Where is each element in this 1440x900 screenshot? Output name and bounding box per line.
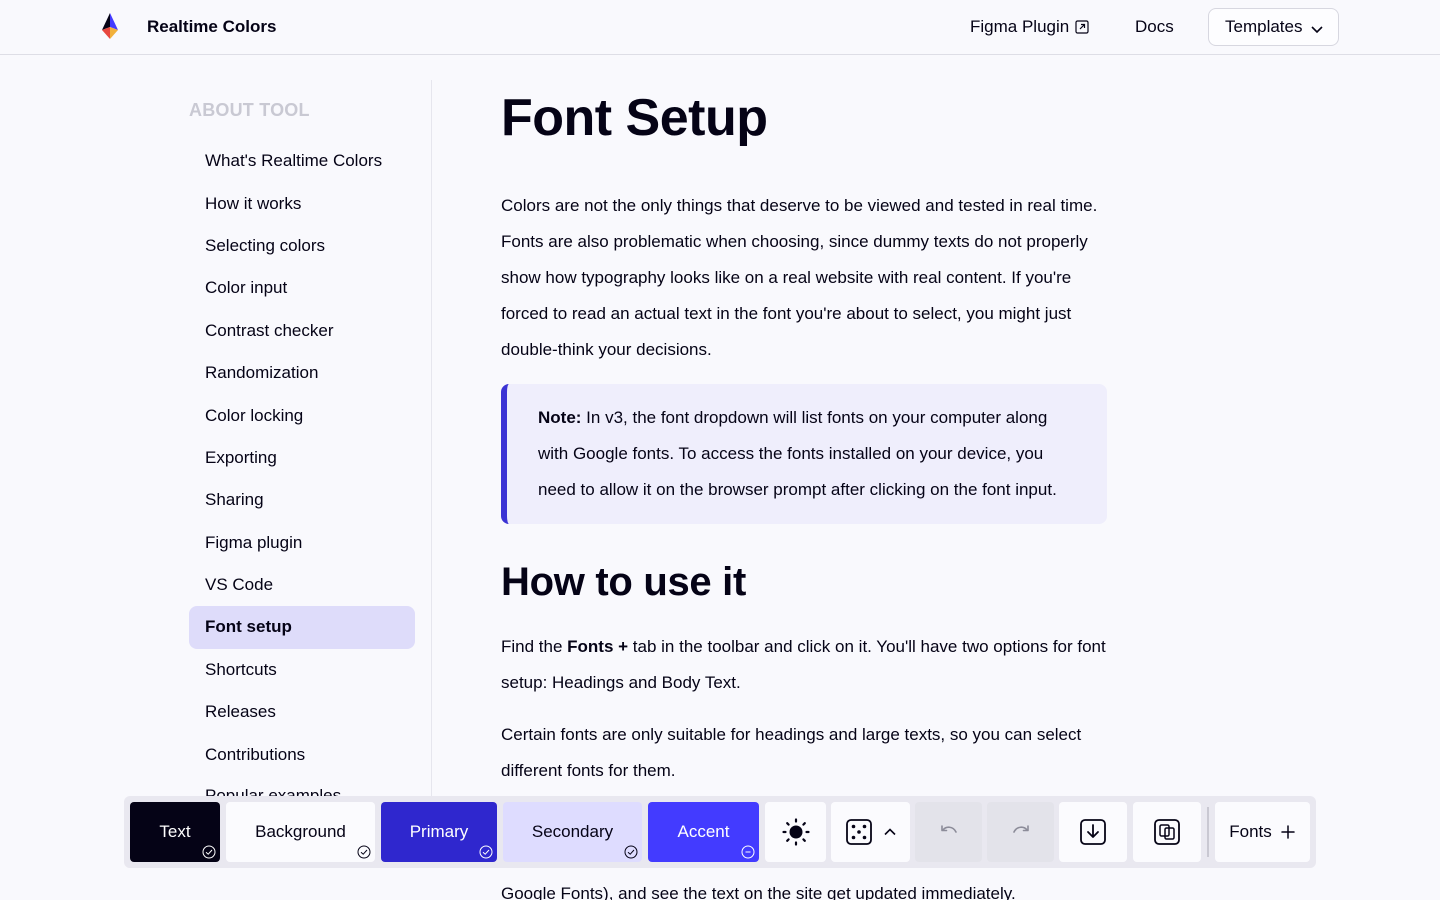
undo-button[interactable] [915, 802, 982, 862]
google-fonts-paragraph: Google Fonts), and see the text on the s… [501, 884, 1016, 900]
docs-link[interactable]: Docs [1135, 17, 1174, 37]
check-circle-icon [479, 845, 493, 859]
intro-paragraph: Colors are not the only things that dese… [501, 196, 1098, 359]
section-title: How to use it [501, 560, 746, 604]
fonts-label: Fonts [1229, 822, 1272, 841]
main-content: Font Setup Colors are not the only thing… [501, 0, 1107, 900]
redo-button[interactable] [987, 802, 1054, 862]
how-to-paragraph: Find the Fonts + tab in the toolbar and … [501, 629, 1107, 701]
text-color-button[interactable]: Text [130, 802, 220, 862]
fonts-tab-mention: Fonts + [567, 637, 629, 656]
background-color-label: Background [255, 822, 346, 841]
theme-toggle-button[interactable] [765, 802, 826, 862]
sidebar-item-exporting[interactable]: Exporting [189, 437, 415, 479]
note-label: Note: [538, 408, 582, 427]
sidebar-item-whats-realtime-colors[interactable]: What's Realtime Colors [189, 140, 415, 182]
check-circle-icon [357, 845, 371, 859]
sidebar-item-color-input[interactable]: Color input [189, 267, 415, 309]
minus-circle-icon [741, 845, 755, 859]
brand-name[interactable]: Realtime Colors [147, 17, 276, 37]
check-circle-icon [624, 845, 638, 859]
background-color-button[interactable]: Background [226, 802, 375, 862]
sun-icon [781, 818, 810, 846]
share-button[interactable] [1133, 802, 1201, 862]
secondary-color-label: Secondary [531, 822, 614, 841]
accent-color-button[interactable]: Accent [648, 802, 759, 862]
fonts-button[interactable]: Fonts [1215, 802, 1310, 862]
sidebar-list: What's Realtime Colors How it works Sele… [189, 140, 415, 806]
sidebar-item-releases[interactable]: Releases [189, 691, 415, 733]
color-toolbar: Text Background Primary Secondary Accent [124, 796, 1316, 868]
sidebar-item-font-setup[interactable]: Font setup [189, 606, 415, 649]
sidebar-item-contributions[interactable]: Contributions [189, 733, 415, 775]
sidebar-item-randomization[interactable]: Randomization [189, 352, 415, 394]
plus-icon [1281, 825, 1295, 839]
undo-icon [940, 825, 957, 833]
text-color-label: Text [159, 822, 191, 841]
secondary-color-button[interactable]: Secondary [503, 802, 642, 862]
docs-sidebar: ABOUT TOOL What's Realtime Colors How it… [189, 80, 432, 805]
download-icon [1080, 819, 1106, 845]
check-circle-icon [202, 845, 216, 859]
sidebar-item-shortcuts[interactable]: Shortcuts [189, 649, 415, 691]
templates-label: Templates [1225, 17, 1303, 36]
redo-icon [1012, 825, 1029, 833]
sidebar-heading: ABOUT TOOL [189, 100, 310, 120]
primary-color-button[interactable]: Primary [381, 802, 497, 862]
accent-color-label: Accent [677, 822, 730, 841]
logo-icon[interactable] [98, 12, 122, 40]
export-button[interactable] [1059, 802, 1127, 862]
fonts-paragraph: Certain fonts are only suitable for head… [501, 725, 1082, 780]
sidebar-item-sharing[interactable]: Sharing [189, 479, 415, 521]
note-text: In v3, the font dropdown will list fonts… [538, 408, 1057, 499]
copy-link-icon [1154, 819, 1180, 845]
sidebar-item-vs-code[interactable]: VS Code [189, 564, 415, 606]
sidebar-item-contrast-checker[interactable]: Contrast checker [189, 310, 415, 352]
sidebar-item-figma-plugin[interactable]: Figma plugin [189, 522, 415, 564]
dice-icon [845, 819, 872, 845]
primary-color-label: Primary [409, 822, 469, 841]
chevron-down-icon [1311, 26, 1324, 34]
note-callout: Note: In v3, the font dropdown will list… [501, 384, 1107, 524]
sidebar-item-selecting-colors[interactable]: Selecting colors [189, 225, 415, 267]
how-to-text-before: Find the [501, 637, 568, 656]
sidebar-item-color-locking[interactable]: Color locking [189, 394, 415, 436]
templates-dropdown[interactable]: Templates [1208, 8, 1339, 46]
randomize-button[interactable] [831, 802, 910, 862]
sidebar-item-how-it-works[interactable]: How it works [189, 182, 415, 224]
toolbar-divider [1207, 807, 1209, 857]
chevron-up-icon[interactable] [883, 825, 897, 839]
page-title: Font Setup [501, 89, 768, 147]
